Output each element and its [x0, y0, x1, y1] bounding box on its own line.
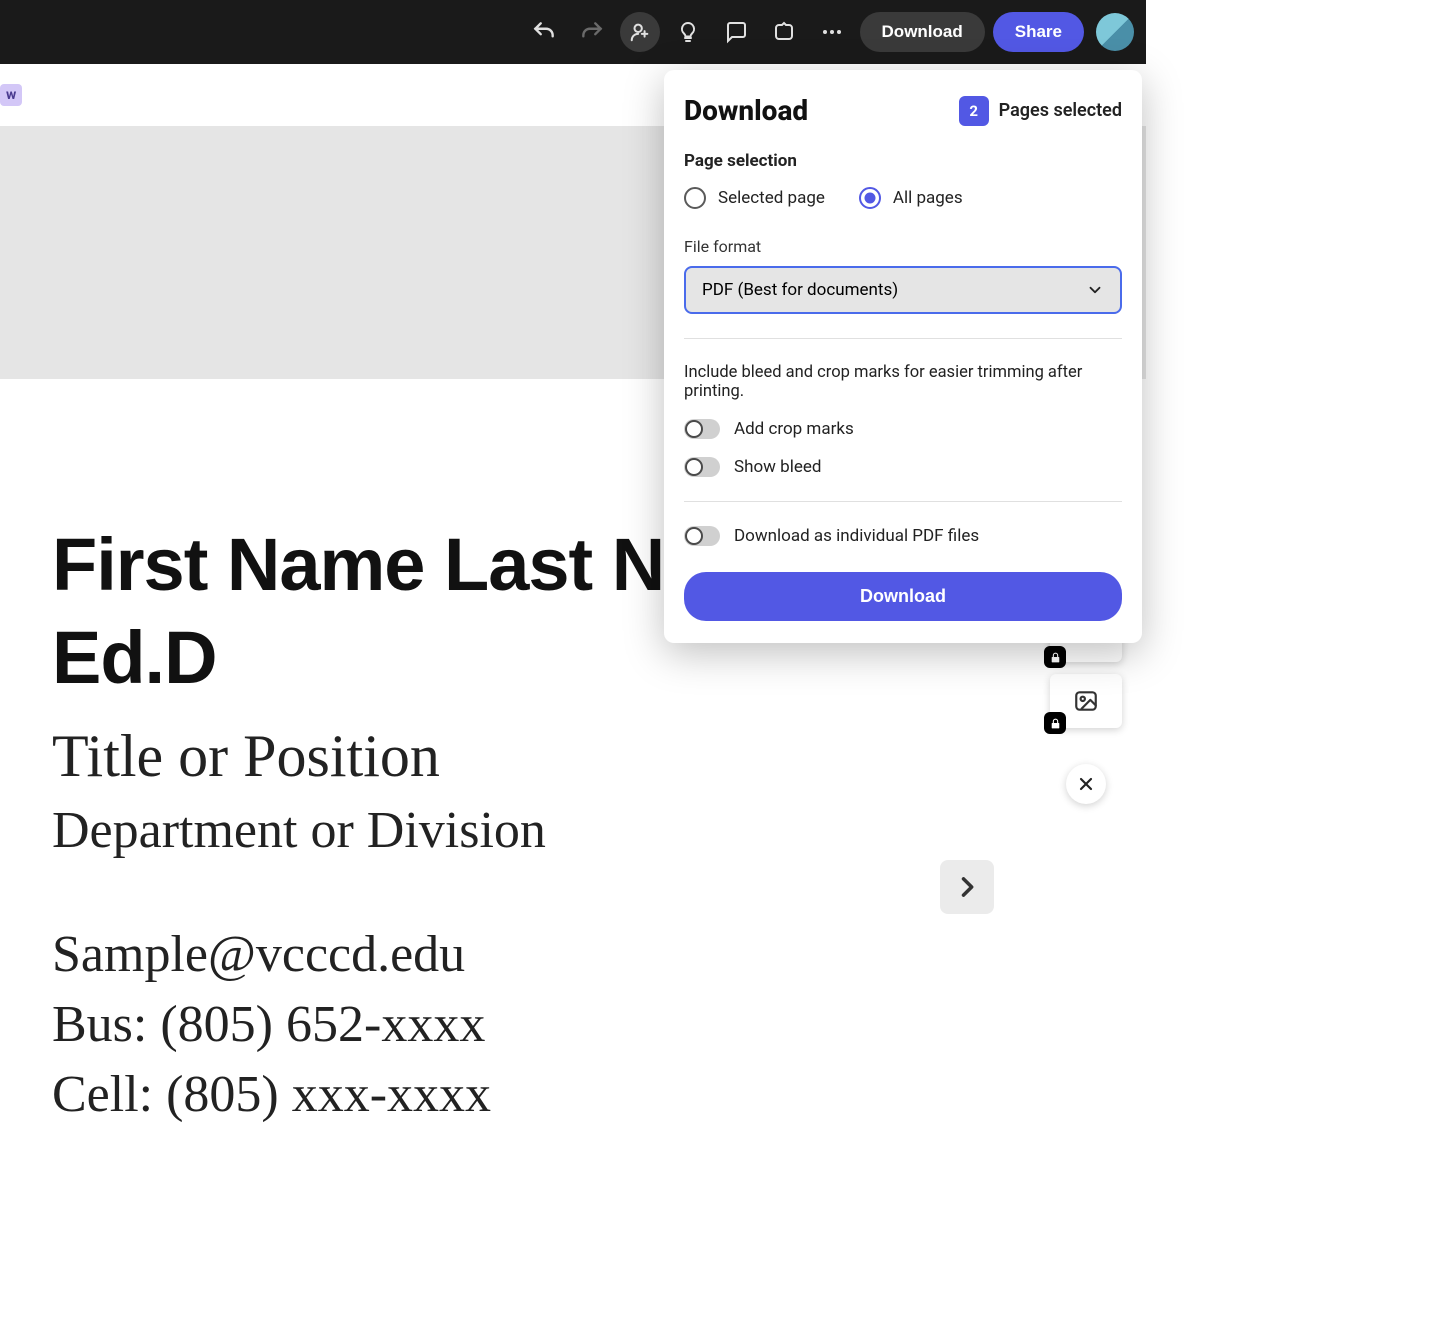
page-selection-radios: Selected page All pages [684, 187, 1122, 209]
divider [684, 501, 1122, 502]
download-popover: Download 2 Pages selected Page selection… [664, 70, 1142, 643]
present-icon [772, 20, 796, 44]
toggle-label: Download as individual PDF files [734, 526, 979, 546]
redo-button[interactable] [572, 12, 612, 52]
lightbulb-button[interactable] [668, 12, 708, 52]
doc-cell-phone: Cell: (805) xxx-xxxx [52, 1060, 1098, 1130]
radio-icon [684, 187, 706, 209]
lock-badge [1044, 712, 1066, 734]
lock-icon [1049, 651, 1062, 664]
chevron-down-icon [1086, 281, 1104, 299]
toggle-switch [684, 457, 720, 477]
add-user-button[interactable] [620, 12, 660, 52]
popover-title: Download [684, 94, 808, 127]
download-confirm-button[interactable]: Download [684, 572, 1122, 621]
toggle-individual-files[interactable]: Download as individual PDF files [684, 526, 1122, 546]
file-format-dropdown[interactable]: PDF (Best for documents) [684, 266, 1122, 314]
undo-icon [531, 19, 557, 45]
lightbulb-icon [676, 20, 700, 44]
thumbnail-card-2[interactable] [1050, 674, 1122, 728]
pages-selected-group: 2 Pages selected [959, 96, 1122, 126]
present-button[interactable] [764, 12, 804, 52]
page-count-badge: 2 [959, 96, 989, 126]
comment-button[interactable] [716, 12, 756, 52]
radio-icon-checked [859, 187, 881, 209]
chevron-right-icon [953, 873, 981, 901]
download-button[interactable]: Download [860, 12, 985, 52]
page-selection-heading: Page selection [684, 151, 1122, 171]
radio-label: Selected page [718, 188, 825, 208]
file-format-label: File format [684, 237, 1122, 256]
redo-icon [579, 19, 605, 45]
next-page-button[interactable] [940, 860, 994, 914]
thumbnail-close-button[interactable] [1066, 764, 1106, 804]
toggle-crop-marks[interactable]: Add crop marks [684, 419, 1122, 439]
comment-icon [724, 20, 748, 44]
radio-label: All pages [893, 188, 963, 208]
lock-badge [1044, 646, 1066, 668]
page-tag: w [0, 84, 22, 106]
more-icon [820, 20, 844, 44]
pages-selected-label: Pages selected [999, 100, 1122, 121]
radio-all-pages[interactable]: All pages [859, 187, 963, 209]
undo-button[interactable] [524, 12, 564, 52]
image-icon [1073, 688, 1099, 714]
lock-icon [1049, 717, 1062, 730]
toggle-switch [684, 419, 720, 439]
file-format-value: PDF (Best for documents) [702, 280, 898, 300]
share-button[interactable]: Share [993, 12, 1084, 52]
doc-department: Department or Division [52, 801, 1098, 860]
doc-email: Sample@vcccd.edu [52, 920, 1098, 990]
toggle-show-bleed[interactable]: Show bleed [684, 457, 1122, 477]
close-icon [1076, 774, 1096, 794]
bleed-hint: Include bleed and crop marks for easier … [684, 363, 1122, 401]
divider [684, 338, 1122, 339]
add-user-icon [629, 21, 651, 43]
popover-header: Download 2 Pages selected [684, 94, 1122, 127]
radio-selected-page[interactable]: Selected page [684, 187, 825, 209]
more-button[interactable] [812, 12, 852, 52]
toggle-label: Show bleed [734, 457, 821, 477]
avatar[interactable] [1096, 13, 1134, 51]
toggle-switch [684, 526, 720, 546]
doc-title: Title or Position [52, 722, 1098, 791]
doc-bus-phone: Bus: (805) 652-xxxx [52, 990, 1098, 1060]
top-toolbar: Download Share [0, 0, 1146, 64]
toggle-label: Add crop marks [734, 419, 854, 439]
